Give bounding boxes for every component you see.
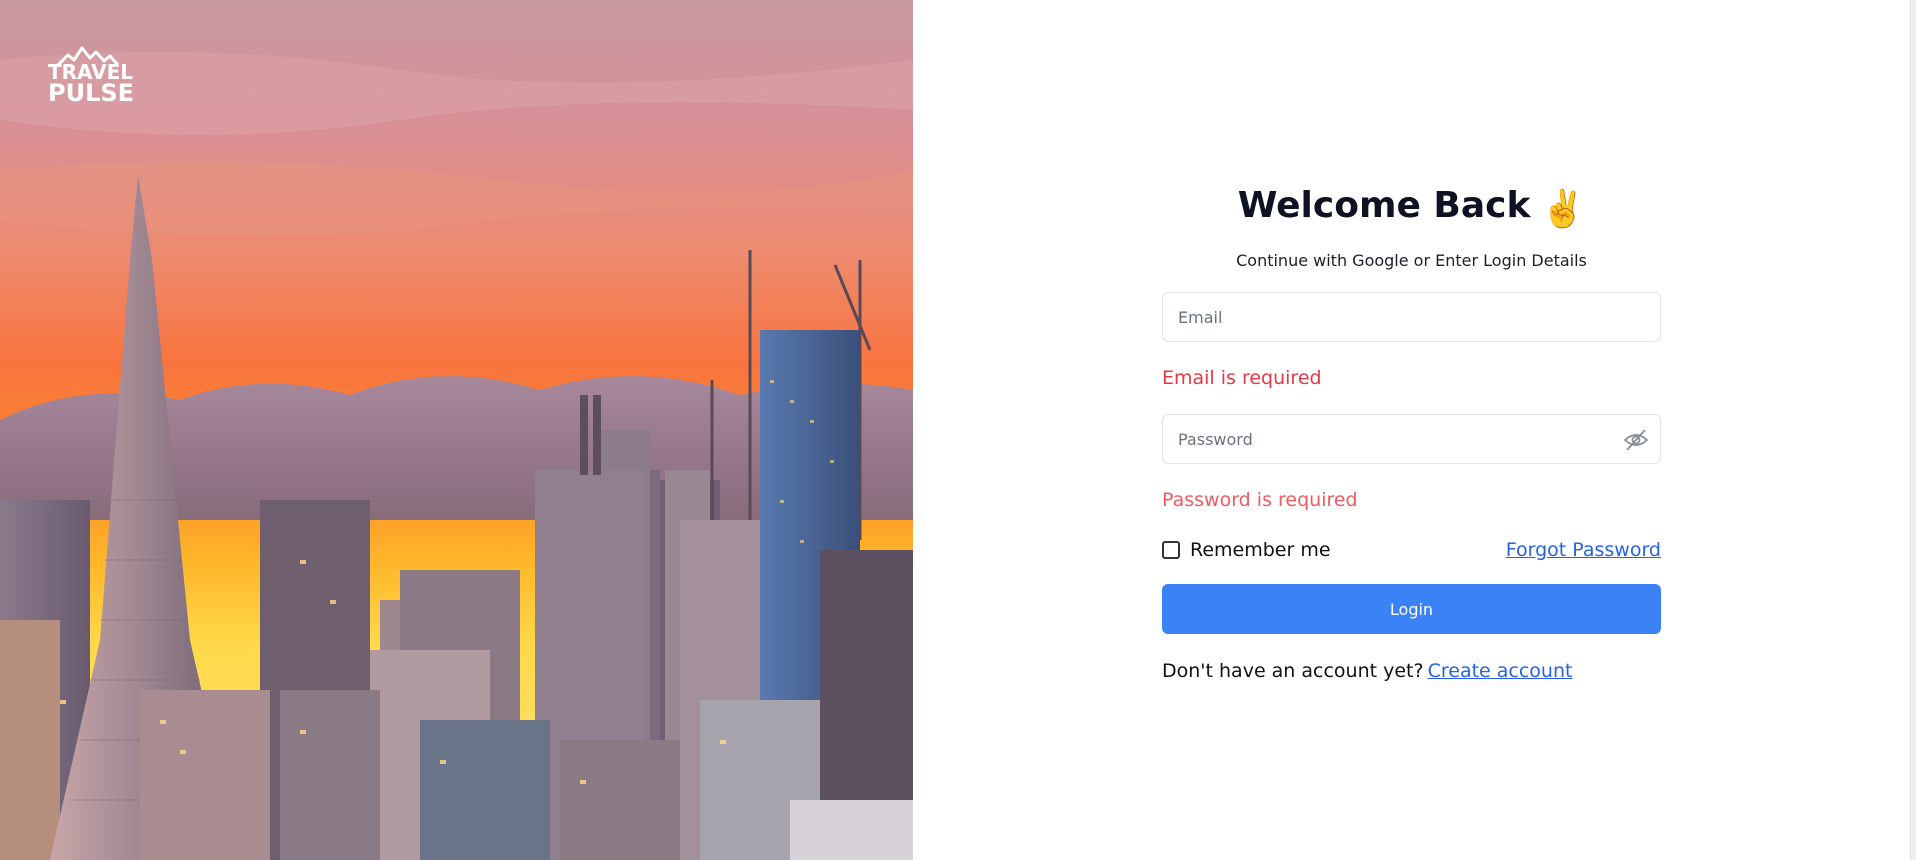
remember-label: Remember me <box>1190 539 1331 561</box>
eye-off-icon[interactable] <box>1622 427 1650 453</box>
page-title: Welcome Back ✌️ <box>1162 180 1661 232</box>
signup-prompt: Don't have an account yet? <box>1162 660 1424 682</box>
hero-image: TRAVEL PULSE <box>0 0 913 860</box>
login-form: Welcome Back ✌️ Continue with Google or E… <box>1162 180 1661 684</box>
password-field-container <box>1162 414 1661 464</box>
brand-line-2: PULSE <box>48 79 135 107</box>
password-error: Password is required <box>1162 489 1358 511</box>
password-input[interactable] <box>1163 415 1660 463</box>
create-account-link[interactable]: Create account <box>1428 660 1573 682</box>
signup-row: Don't have an account yet? Create account <box>1162 658 1661 684</box>
peace-hand-icon: ✌️ <box>1540 189 1586 230</box>
login-button[interactable]: Login <box>1162 584 1661 634</box>
title-text: Welcome Back <box>1237 185 1531 226</box>
email-error: Email is required <box>1162 367 1322 389</box>
scrollbar[interactable] <box>1910 0 1916 860</box>
forgot-password-link[interactable]: Forgot Password <box>1506 539 1661 561</box>
email-input[interactable] <box>1163 293 1660 341</box>
login-page: TRAVEL PULSE Welcome Back ✌️ Continue wit… <box>0 0 1916 860</box>
remember-checkbox[interactable] <box>1162 541 1180 559</box>
city-sunset-illustration <box>0 0 913 860</box>
login-panel: Welcome Back ✌️ Continue with Google or E… <box>913 0 1916 860</box>
subtitle: Continue with Google or Enter Login Deta… <box>1236 251 1587 270</box>
remember-me[interactable]: Remember me <box>1162 539 1331 561</box>
options-row: Remember me Forgot Password <box>1162 537 1661 563</box>
brand-logo: TRAVEL PULSE <box>48 46 135 108</box>
email-field-container <box>1162 292 1661 342</box>
